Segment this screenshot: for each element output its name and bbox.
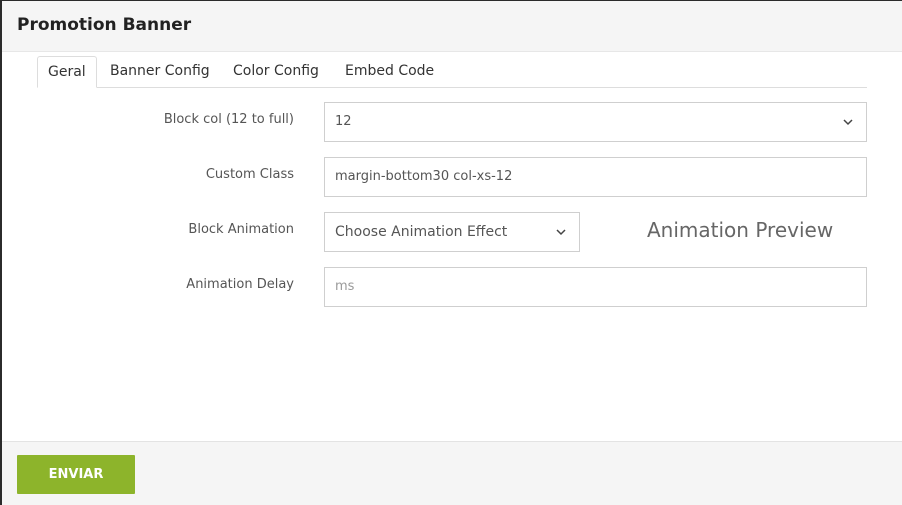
custom-class-label: Custom Class bbox=[205, 167, 294, 182]
animation-delay-input[interactable]: ms bbox=[324, 267, 867, 307]
modal-header: Promotion Banner bbox=[2, 1, 902, 52]
animation-delay-placeholder: ms bbox=[335, 279, 355, 294]
block-animation-placeholder: Choose Animation Effect bbox=[335, 224, 508, 240]
animation-preview: Animation Preview bbox=[647, 218, 834, 242]
custom-class-input[interactable]: margin-bottom30 col-xs-12 bbox=[324, 157, 867, 197]
tab-geral[interactable]: Geral bbox=[37, 56, 97, 88]
promotion-banner-modal: Promotion Banner Geral Banner Config Col… bbox=[0, 0, 902, 505]
tab-banner-config[interactable]: Banner Config bbox=[100, 56, 220, 87]
animation-delay-label: Animation Delay bbox=[186, 277, 294, 292]
block-col-label: Block col (12 to full) bbox=[163, 112, 294, 127]
block-animation-select[interactable]: Choose Animation Effect bbox=[324, 212, 580, 252]
block-col-select[interactable]: 12 bbox=[324, 102, 867, 142]
custom-class-value: margin-bottom30 col-xs-12 bbox=[335, 169, 513, 184]
block-col-value: 12 bbox=[335, 114, 352, 129]
block-animation-label: Block Animation bbox=[188, 222, 294, 237]
modal-footer: ENVIAR bbox=[2, 441, 902, 505]
chevron-down-icon bbox=[556, 229, 566, 236]
tab-embed-code[interactable]: Embed Code bbox=[335, 56, 444, 87]
submit-button[interactable]: ENVIAR bbox=[17, 455, 135, 494]
tab-bar: Geral Banner Config Color Config Embed C… bbox=[37, 56, 867, 88]
tab-color-config[interactable]: Color Config bbox=[223, 56, 329, 87]
chevron-down-icon bbox=[843, 119, 853, 126]
modal-title: Promotion Banner bbox=[17, 15, 192, 35]
